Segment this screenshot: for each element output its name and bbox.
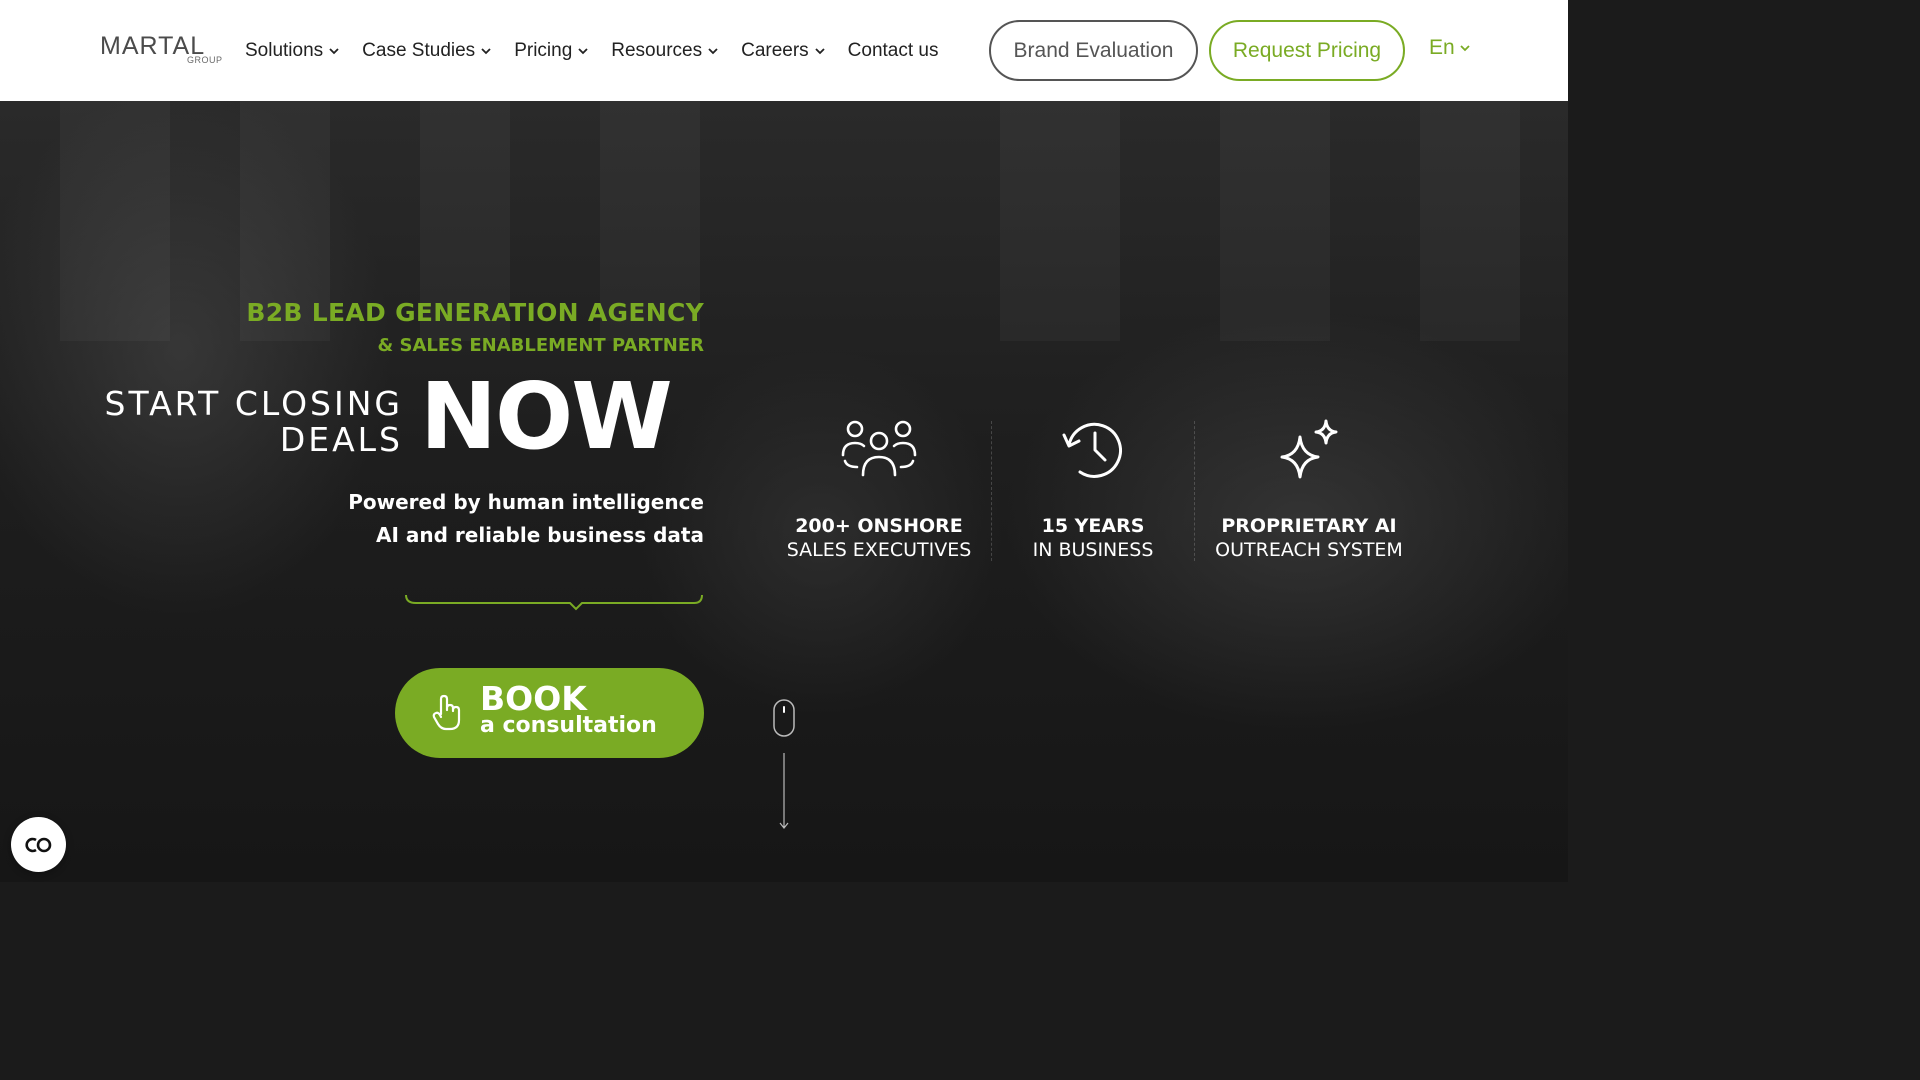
book-consultation-button[interactable]: BOOK a consultation — [395, 668, 704, 758]
nav-contact-us-label: Contact us — [847, 39, 939, 61]
hero-section: B2B LEAD GENERATION AGENCY & SALES ENABL… — [0, 101, 1568, 882]
sparkles-icon — [1280, 419, 1338, 479]
nav-case-studies[interactable]: Case Studies — [362, 40, 492, 62]
main-nav: Solutions Case Studies Pricing Resources… — [245, 0, 939, 101]
hero-eyebrow-primary: B2B LEAD GENERATION AGENCY — [246, 298, 704, 327]
nav-pricing[interactable]: Pricing — [514, 40, 589, 62]
brand-evaluation-button[interactable]: Brand Evaluation — [989, 20, 1198, 81]
language-label: En — [1429, 36, 1455, 59]
background-window — [1000, 101, 1120, 341]
stat-divider — [1194, 421, 1195, 561]
cookie-consent-icon — [24, 837, 51, 852]
chevron-down-icon — [815, 47, 825, 54]
stat-light-text: SALES EXECUTIVES — [786, 539, 972, 561]
nav-careers-label: Careers — [741, 39, 809, 61]
background-window — [60, 101, 170, 341]
background-window — [1420, 101, 1520, 341]
hero-eyebrow-secondary: & SALES ENABLEMENT PARTNER — [377, 335, 704, 356]
people-group-icon — [841, 420, 917, 477]
history-clock-icon — [1062, 422, 1122, 478]
hand-pointer-icon — [432, 694, 461, 731]
stat-strong-text: 15 YEARS — [1041, 515, 1145, 537]
nav-careers[interactable]: Careers — [741, 40, 826, 62]
nav-pricing-label: Pricing — [514, 39, 573, 61]
site-header: MARTAL GROUP Solutions Case Studies Pric… — [0, 0, 1568, 101]
stat-light-text: OUTREACH SYSTEM — [1215, 539, 1403, 561]
logo-subtext: GROUP — [187, 55, 223, 65]
chevron-down-icon — [329, 47, 339, 54]
nav-contact-us[interactable]: Contact us — [848, 40, 939, 62]
hero-headline-line1: START CLOSING — [104, 384, 403, 423]
nav-solutions-label: Solutions — [245, 39, 324, 61]
stat-ai-outreach: PROPRIETARY AI OUTREACH SYSTEM — [1199, 415, 1419, 561]
nav-solutions[interactable]: Solutions — [245, 40, 340, 62]
hero-subtitle-line1: Powered by human intelligence — [348, 490, 704, 514]
cookie-consent-button[interactable] — [11, 817, 66, 872]
hero-headline-line2: DEALS — [279, 420, 403, 459]
background-window — [1220, 101, 1330, 341]
hero-headline-emphasis: NOW — [420, 363, 673, 470]
stat-sales-executives: 200+ ONSHORE SALES EXECUTIVES — [769, 415, 989, 561]
stat-light-text: IN BUSINESS — [1032, 539, 1154, 561]
language-selector[interactable]: En — [1429, 36, 1471, 60]
stat-strong-text: 200+ ONSHORE — [795, 515, 963, 537]
chevron-down-icon — [481, 47, 491, 54]
scroll-mouse-icon[interactable] — [772, 699, 796, 833]
nav-resources[interactable]: Resources — [611, 40, 719, 62]
nav-resources-label: Resources — [611, 39, 703, 61]
nav-case-studies-label: Case Studies — [362, 39, 476, 61]
hero-divider — [405, 594, 703, 611]
chevron-down-icon — [1460, 45, 1470, 52]
request-pricing-button[interactable]: Request Pricing — [1209, 20, 1405, 81]
stat-strong-text: PROPRIETARY AI — [1221, 515, 1397, 537]
chevron-down-icon — [708, 47, 718, 54]
stat-years-in-business: 15 YEARS IN BUSINESS — [983, 415, 1203, 561]
consultation-label: a consultation — [480, 713, 657, 738]
chevron-down-icon — [578, 47, 588, 54]
book-label: BOOK — [480, 679, 587, 718]
hero-subtitle-line2: AI and reliable business data — [376, 523, 704, 547]
martal-logo[interactable]: MARTAL GROUP — [100, 30, 228, 70]
